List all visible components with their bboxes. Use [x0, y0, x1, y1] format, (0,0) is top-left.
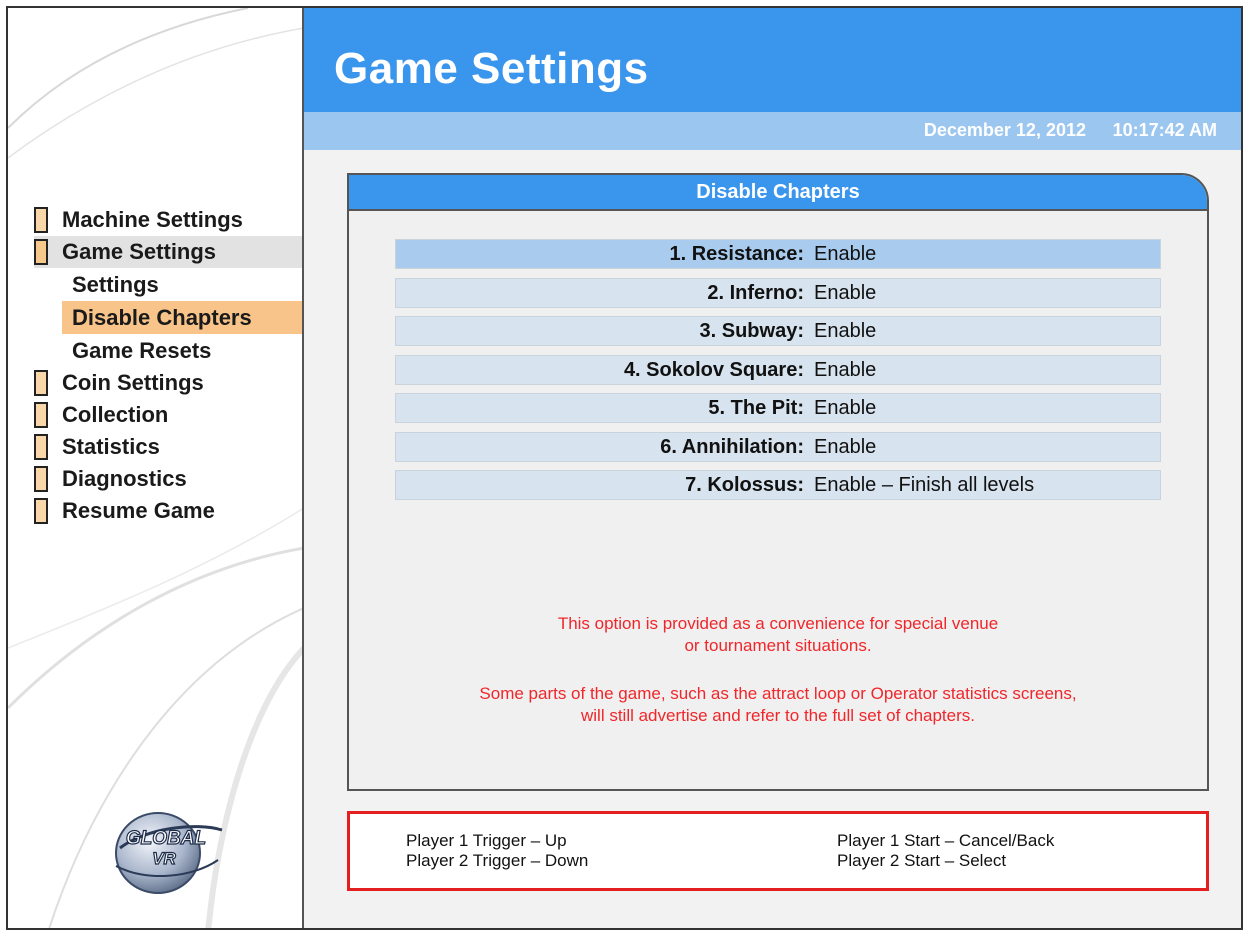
- chapter-row-annihilation[interactable]: 6. Annihilation: Enable: [395, 431, 1161, 462]
- chapter-row-subway[interactable]: 3. Subway: Enable: [395, 316, 1161, 346]
- sidebar-item-label: Diagnostics: [62, 466, 187, 491]
- sidebar-item-label: Statistics: [62, 434, 160, 459]
- chapter-value: Enable: [814, 320, 877, 342]
- sidebar-item-statistics[interactable]: Statistics: [34, 431, 302, 463]
- control-hint-p2-start: Player 2 Start – Select: [837, 851, 1007, 870]
- sidebar-item-label: Collection: [62, 402, 169, 427]
- sidebar-item-label: Machine Settings: [62, 207, 243, 232]
- chapter-row-resistance[interactable]: 1. Resistance: Enable: [395, 239, 1161, 269]
- settings-panel: Disable Chapters 1. Resistance: Enable 2…: [347, 173, 1209, 791]
- chapter-label: 4. Sokolov Square:: [623, 358, 804, 381]
- sidebar-item-coin-settings[interactable]: Coin Settings: [34, 367, 302, 399]
- controls-legend: Player 1 Trigger – Up Player 2 Trigger –…: [347, 811, 1209, 891]
- sidebar-subitem-game-resets[interactable]: Game Resets: [62, 334, 302, 367]
- menu-bullet-icon: [34, 207, 48, 233]
- chapter-row-inferno[interactable]: 2. Inferno: Enable: [395, 277, 1161, 308]
- sidebar-subitem-settings[interactable]: Settings: [62, 268, 302, 301]
- chapter-label: 7. Kolossus:: [685, 474, 804, 496]
- sidebar-item-machine-settings[interactable]: Machine Settings: [34, 204, 302, 236]
- menu-bullet-icon: [34, 498, 48, 524]
- chapter-label: 2. Inferno:: [707, 281, 804, 304]
- chapter-row-sokolov-square[interactable]: 4. Sokolov Square: Enable: [395, 354, 1161, 385]
- chapter-value: Enable: [814, 435, 877, 458]
- chapter-value: Enable: [814, 243, 877, 265]
- panel-title: Disable Chapters: [349, 175, 1207, 211]
- sidebar-item-game-settings[interactable]: Game Settings: [34, 236, 302, 268]
- notice-convenience: This option is provided as a convenience…: [349, 613, 1207, 657]
- sidebar-nav: Machine Settings Game Settings Settings …: [34, 204, 302, 527]
- page-title: Game Settings: [334, 44, 649, 93]
- notice-line: or tournament situations.: [684, 636, 872, 655]
- svg-text:VR: VR: [152, 849, 176, 868]
- chapter-row-the-pit[interactable]: 5. The Pit: Enable: [395, 393, 1161, 423]
- sidebar-subitem-disable-chapters[interactable]: Disable Chapters: [62, 301, 302, 334]
- chapter-label: 3. Subway:: [699, 320, 804, 342]
- subheader-bar: December 12, 2012 10:17:42 AM: [304, 112, 1241, 150]
- chapter-label: 1. Resistance:: [669, 243, 804, 265]
- sidebar-item-resume-game[interactable]: Resume Game: [34, 495, 302, 527]
- sidebar-item-diagnostics[interactable]: Diagnostics: [34, 463, 302, 495]
- operator-menu-screen: Machine Settings Game Settings Settings …: [6, 6, 1243, 930]
- control-hint-p2-trigger: Player 2 Trigger – Down: [406, 851, 589, 870]
- menu-bullet-icon: [34, 466, 48, 492]
- menu-bullet-icon: [34, 370, 48, 396]
- sidebar-subitem-label: Disable Chapters: [72, 305, 252, 330]
- chapter-label: 5. The Pit:: [708, 397, 804, 419]
- control-hint-p1-trigger: Player 1 Trigger – Up: [406, 831, 567, 850]
- sidebar-item-collection[interactable]: Collection: [34, 399, 302, 431]
- notice-line: Some parts of the game, such as the attr…: [479, 684, 1077, 703]
- chapter-value: Enable – Finish all levels: [814, 474, 1035, 496]
- sidebar-subitem-label: Game Resets: [72, 338, 212, 363]
- sidebar-subitem-label: Settings: [72, 272, 159, 297]
- sidebar-item-label: Game Settings: [62, 239, 217, 264]
- menu-bullet-icon: [34, 239, 48, 265]
- notice-line: This option is provided as a convenience…: [557, 614, 999, 633]
- time-display: 10:17:42 AM: [1112, 120, 1217, 140]
- menu-bullet-icon: [34, 402, 48, 428]
- chapter-list: 1. Resistance: Enable 2. Inferno: Enable…: [395, 239, 1161, 509]
- chapter-value: Enable: [814, 281, 877, 304]
- chapter-value: Enable: [814, 397, 877, 419]
- chapter-row-kolossus[interactable]: 7. Kolossus: Enable – Finish all levels: [395, 470, 1161, 500]
- chapter-value: Enable: [814, 358, 877, 381]
- chapter-label: 6. Annihilation:: [660, 435, 804, 458]
- notice-line: will still advertise and refer to the fu…: [580, 706, 975, 725]
- date-display: December 12, 2012: [923, 120, 1086, 140]
- notice-attract-loop: Some parts of the game, such as the attr…: [349, 683, 1207, 727]
- control-hint-p1-start: Player 1 Start – Cancel/Back: [837, 831, 1055, 850]
- svg-text:GLOBAL: GLOBAL: [126, 828, 206, 849]
- sidebar-item-label: Coin Settings: [62, 370, 204, 395]
- header-bar: Game Settings: [304, 8, 1241, 112]
- sidebar-item-label: Resume Game: [62, 498, 215, 523]
- global-vr-logo: GLOBAL VR: [115, 812, 223, 894]
- menu-bullet-icon: [34, 434, 48, 460]
- sidebar: Machine Settings Game Settings Settings …: [8, 8, 304, 928]
